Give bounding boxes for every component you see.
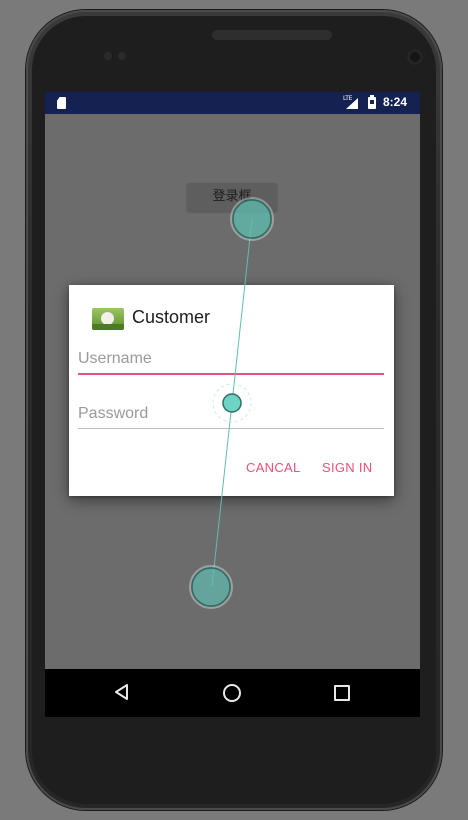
network-type-label: LTE bbox=[343, 95, 353, 102]
front-camera-icon bbox=[407, 49, 423, 65]
back-icon[interactable] bbox=[115, 684, 129, 700]
sign-in-button[interactable]: SIGN IN bbox=[322, 460, 373, 475]
login-dialog-button[interactable]: 登录框 bbox=[187, 183, 277, 211]
status-bar: LTE 8:24 bbox=[45, 92, 420, 114]
proximity-sensor bbox=[104, 52, 112, 60]
light-sensor bbox=[118, 52, 126, 60]
dog-photo-icon bbox=[92, 308, 124, 330]
dialog-title: Customer bbox=[132, 307, 211, 327]
status-time: 8:24 bbox=[383, 95, 408, 109]
navigation-bar bbox=[45, 669, 420, 717]
login-dialog: Customer CANCAL SIGN IN bbox=[69, 285, 394, 496]
cancel-button[interactable]: CANCAL bbox=[246, 460, 301, 475]
speaker-grille bbox=[212, 30, 332, 40]
home-icon[interactable] bbox=[223, 684, 241, 702]
sd-card-icon bbox=[57, 97, 66, 109]
password-field[interactable] bbox=[78, 399, 384, 429]
device-screen: LTE 8:24 登录框 Customer CANCAL SIGN IN bbox=[45, 92, 420, 717]
username-field[interactable] bbox=[78, 345, 384, 375]
battery-icon bbox=[368, 95, 376, 109]
recents-icon[interactable] bbox=[334, 685, 350, 701]
